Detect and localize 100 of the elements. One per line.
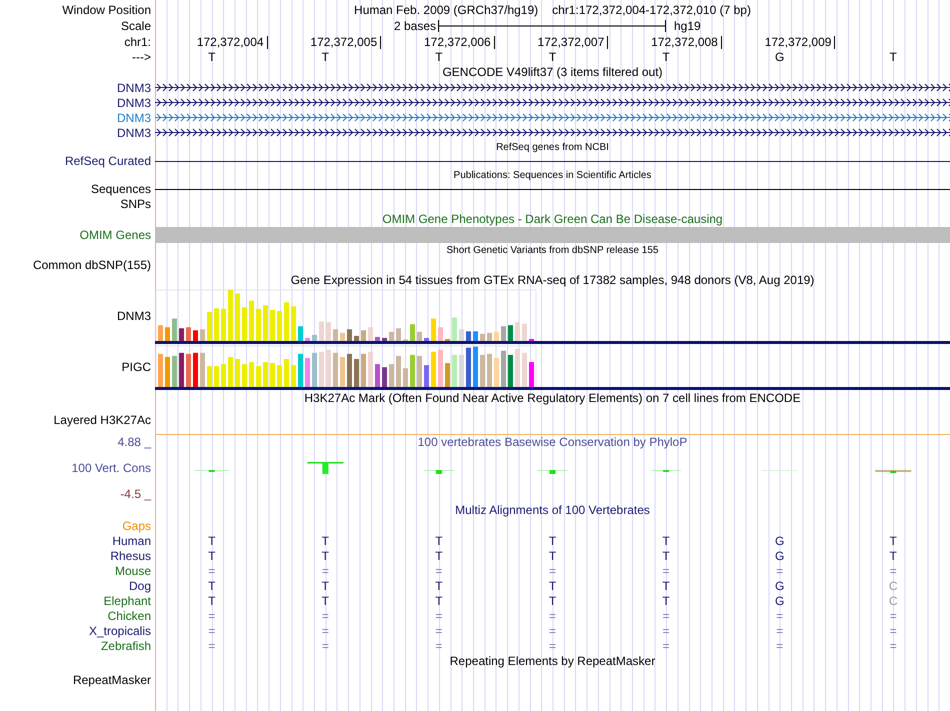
aligned-base: = [435,564,442,578]
aligned-base: T [322,578,330,592]
aligned-base: = [776,608,784,622]
axis-max-label: 4.88 _ [118,435,151,449]
aligned-base: = [208,638,216,652]
row-label: Window Position [62,3,151,17]
track-title: OMIM Gene Phenotypes - Dark Green Can Be Disease-causing [382,212,723,226]
aligned-base: T [208,578,216,592]
base-letter: G [774,50,784,64]
track-title: Gene Expression in 54 tissues from GTEx RNA-seq of 17382 samples, 948 donors (V8, Aug 2019) [290,273,814,287]
track-label[interactable]: Zebrafish [100,638,151,652]
aligned-base: = [435,608,442,622]
base-letter: T [208,50,216,64]
track-label[interactable]: DNM3 [116,126,151,140]
aligned-base: = [662,624,670,638]
aligned-base: T [435,548,443,562]
track-title: Repeating Elements by RepeatMasker [450,654,656,668]
aligned-base: = [548,638,556,652]
track-label[interactable]: DNM3 [116,309,151,323]
track-label[interactable]: RefSeq Curated [64,154,151,168]
aligned-base: T [548,548,556,562]
aligned-base: T [435,578,443,592]
track-label[interactable]: 100 Vert. Cons [72,461,151,475]
aligned-base: T [322,594,330,608]
aligned-base: T [890,534,897,548]
position-label: 172,372,006 [424,36,495,48]
track-label[interactable]: DNM3 [116,80,151,94]
aligned-base: G [774,578,784,592]
track-label[interactable]: DNM3 [116,110,151,124]
aligned-base: T [890,548,897,562]
aligned-base: C [888,594,898,608]
track-title: RefSeq genes from NCBI [496,142,609,152]
base-letter: T [890,50,897,64]
base-letter: T [322,50,330,64]
track-label[interactable]: Layered H3K27Ac [54,413,151,427]
base-letter: T [662,50,670,64]
strand-label: ---> [132,50,151,64]
aligned-base: = [322,624,329,638]
track-label[interactable]: Dog [128,578,151,592]
aligned-base: = [208,608,216,622]
aligned-base: = [776,638,784,652]
aligned-base: = [548,564,556,578]
aligned-base: = [662,608,670,622]
axis-min-label: -4.5 _ [120,487,151,501]
aligned-base: = [322,564,329,578]
track-label[interactable]: DNM3 [116,96,151,110]
aligned-base: T [548,578,556,592]
aligned-base: G [774,534,784,548]
aligned-base: = [208,564,216,578]
track-label[interactable]: Sequences [90,182,151,196]
aligned-base: G [774,594,784,608]
aligned-base: T [208,594,216,608]
track-label[interactable]: PIGC [122,360,151,374]
scale-assembly: hg19 [673,19,702,33]
aligned-base: = [662,638,670,652]
aligned-base: = [776,624,784,638]
track-label[interactable]: Common dbSNP(155) [32,258,151,272]
aligned-base: = [435,624,442,638]
track-title: Short Genetic Variants from dbSNP release 155 [446,244,658,256]
aligned-base: = [435,638,442,652]
aligned-base: G [774,548,784,562]
track-title: Publications: Sequences in Scientific Articles [454,170,652,180]
aligned-base: = [662,564,670,578]
aligned-base: T [208,534,216,548]
track-label[interactable]: Elephant [104,594,151,608]
position-label: 172,372,009 [764,36,836,48]
track-label[interactable]: OMIM Genes [80,228,151,242]
assembly-name: Human Feb. 2009 (GRCh37/hg19) [354,3,538,17]
track-label[interactable]: SNPs [120,196,151,210]
aligned-base: = [890,638,897,652]
track-label[interactable]: RepeatMasker [72,673,151,687]
aligned-base: T [322,548,330,562]
track-label[interactable]: X_tropicalis [88,624,151,638]
track-label[interactable]: Chicken [108,608,151,622]
aligned-base: T [322,534,330,548]
aligned-base: T [662,548,670,562]
aligned-base: = [890,564,897,578]
base-letter: T [435,50,443,64]
track-title: Multiz Alignments of 100 Vertebrates [455,503,650,517]
track-title: H3K27Ac Mark (Often Found Near Active Regulatory Elements) on 7 cell lines from ENCODE [304,391,801,405]
base-letter: T [548,50,556,64]
track-label[interactable]: Human [112,534,151,548]
aligned-base: = [322,638,329,652]
aligned-base: = [890,624,897,638]
aligned-base: T [435,594,443,608]
aligned-base: = [322,608,329,622]
aligned-base: T [662,594,670,608]
track-label[interactable]: Mouse [114,564,151,578]
aligned-base: T [435,534,443,548]
track-label[interactable]: Rhesus [110,548,151,562]
aligned-base: T [548,594,556,608]
aligned-base: C [888,578,898,592]
aligned-base: = [776,564,784,578]
aligned-base: T [662,578,670,592]
track-title: GENCODE V49lift37 (3 items filtered out) [442,65,663,79]
aligned-base: T [208,548,216,562]
position-label: 172,372,004 [196,36,268,48]
aligned-base: = [548,624,556,638]
position-label: 172,372,005 [310,36,382,48]
row-label: Scale [120,19,151,33]
